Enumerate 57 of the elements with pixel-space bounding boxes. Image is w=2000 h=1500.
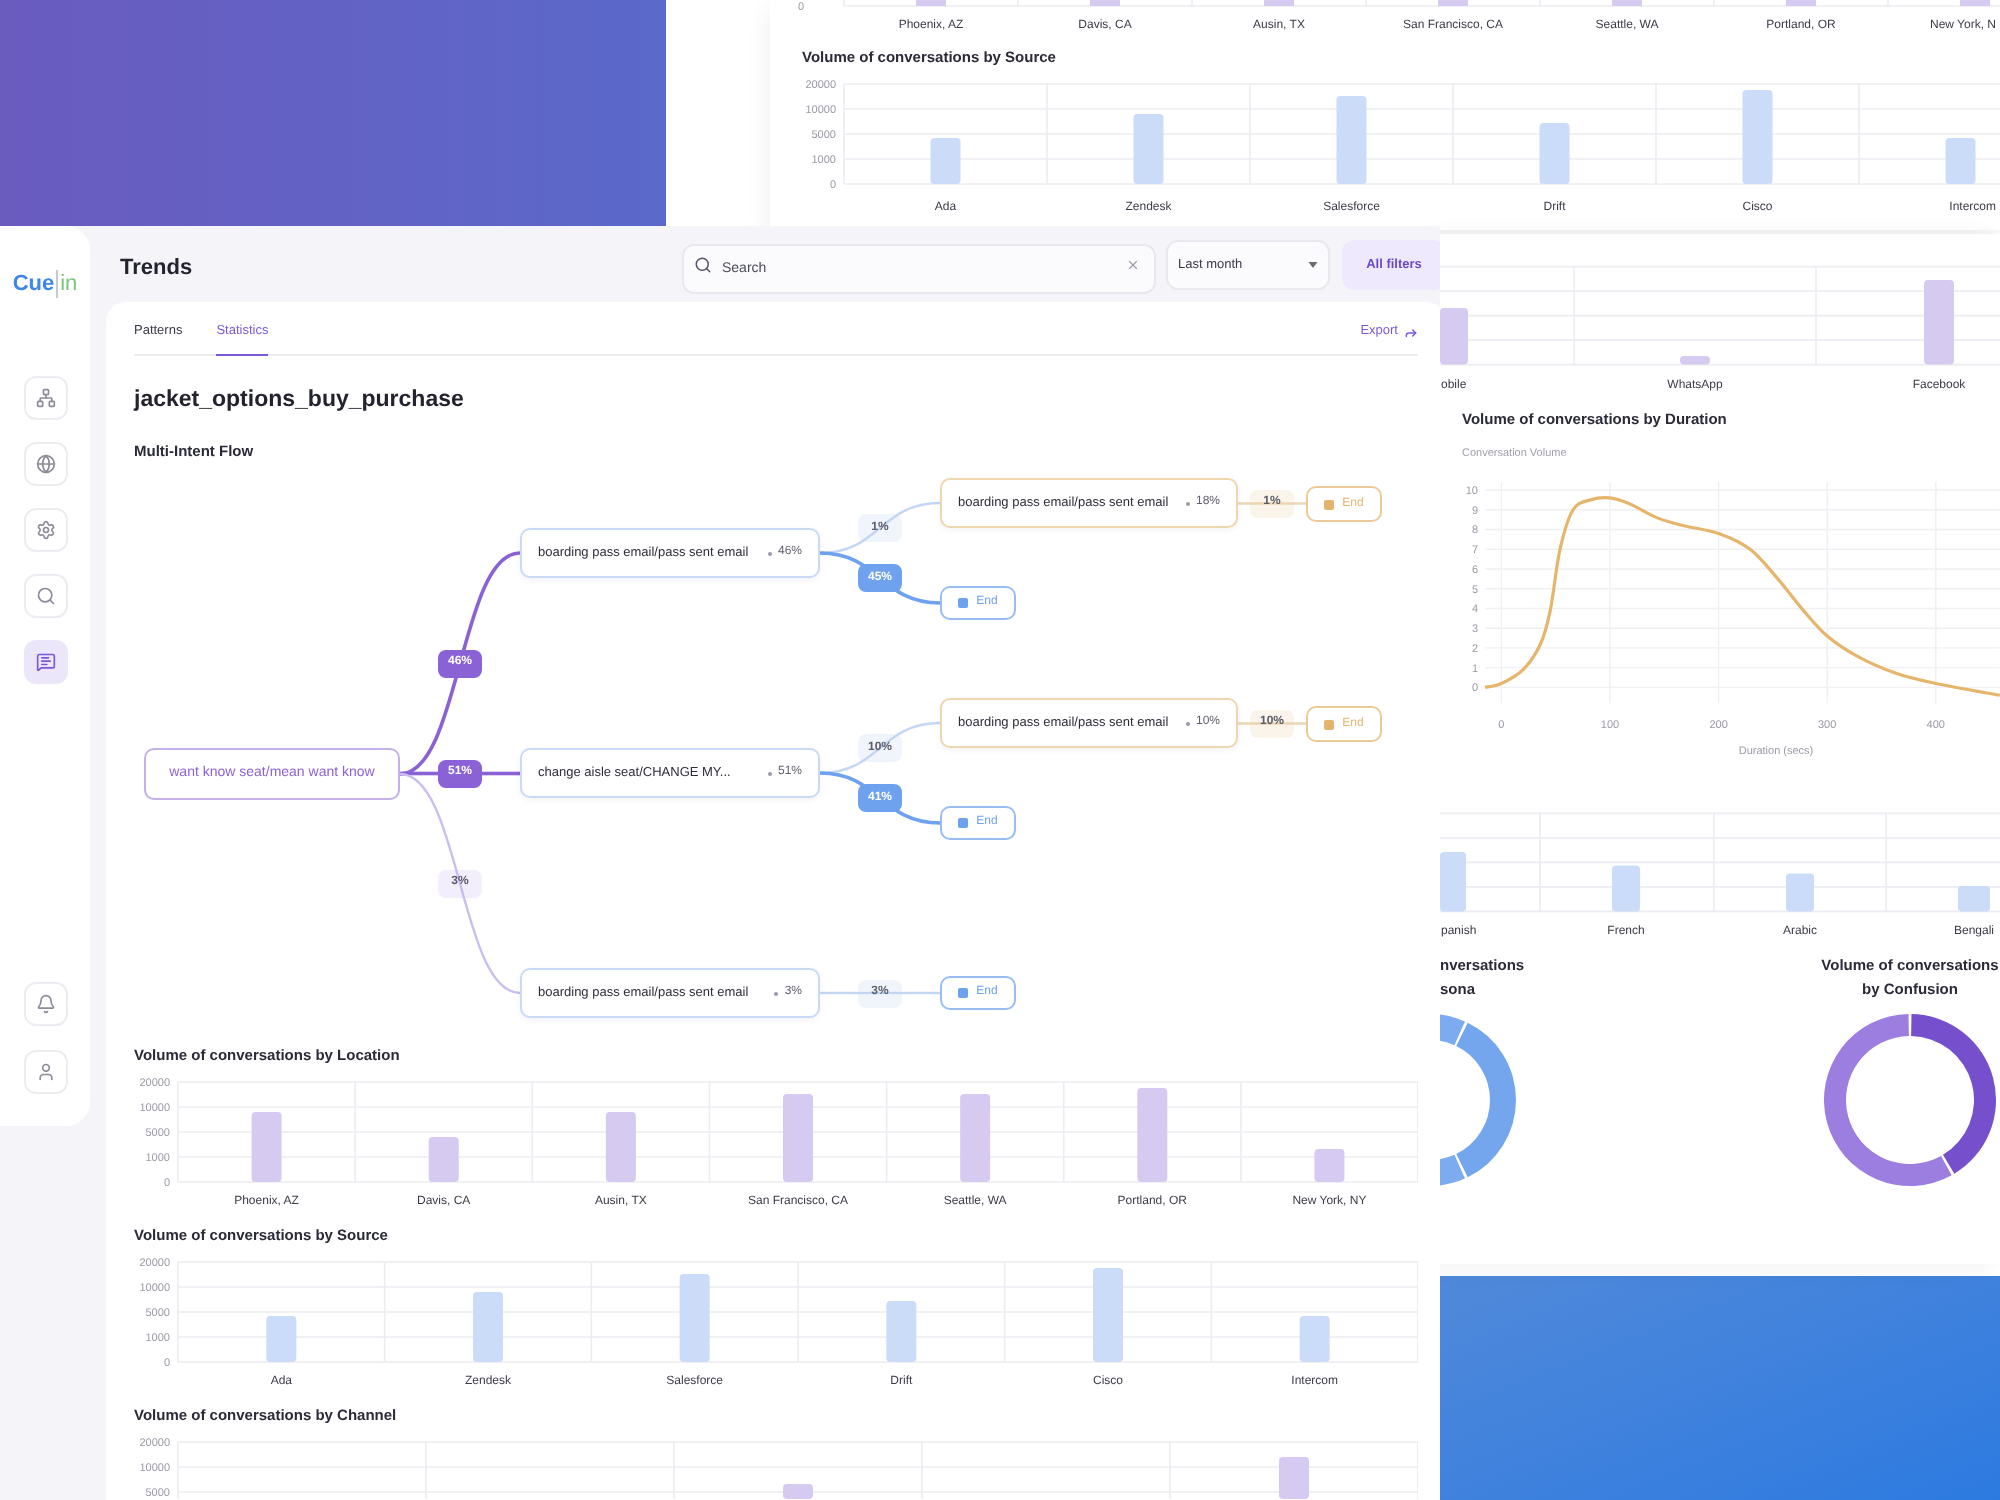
bar — [605, 1112, 636, 1182]
search-icon — [35, 586, 55, 606]
bar — [960, 1094, 991, 1182]
nav-button[interactable] — [23, 640, 67, 684]
bar — [1680, 356, 1710, 365]
bar — [1133, 114, 1164, 184]
bar — [1960, 0, 1990, 6]
bar — [473, 1292, 503, 1362]
bar — [1438, 0, 1468, 6]
logo-text: Cue — [12, 270, 55, 298]
bar — [930, 138, 961, 184]
bar — [1137, 1088, 1168, 1182]
bar — [886, 1301, 917, 1362]
bar — [251, 1112, 282, 1182]
bar — [1924, 280, 1954, 365]
clear-icon[interactable] — [1126, 258, 1140, 272]
nav-button[interactable] — [23, 376, 67, 420]
user-icon — [35, 1062, 55, 1082]
bar — [1314, 1149, 1345, 1182]
bar — [1336, 96, 1367, 184]
bar — [1945, 138, 1976, 184]
nav-button[interactable] — [23, 508, 67, 552]
bar — [1612, 0, 1642, 6]
bar — [428, 1137, 459, 1182]
nav-button[interactable] — [23, 1050, 67, 1094]
bar — [1958, 886, 1990, 912]
intent-title: jacket_options_buy_purchase — [134, 386, 466, 416]
bar — [1742, 90, 1773, 184]
bar — [1786, 873, 1814, 912]
bar — [1612, 865, 1640, 912]
bar — [1299, 1316, 1330, 1362]
nav-button[interactable] — [23, 982, 67, 1026]
bar — [1264, 0, 1294, 6]
page-title: Trends — [120, 255, 193, 279]
org-chart-icon — [35, 388, 55, 408]
globe-icon — [35, 454, 55, 474]
bar — [916, 0, 946, 6]
bar — [1786, 0, 1816, 6]
bar — [1440, 308, 1468, 365]
bar — [679, 1274, 710, 1362]
logo-text: in — [56, 270, 78, 298]
nav-button[interactable] — [23, 574, 67, 618]
search-icon — [694, 256, 712, 274]
bell-icon — [35, 994, 55, 1014]
share-arrow-icon — [1404, 325, 1418, 339]
bar — [1279, 1457, 1309, 1499]
bar — [1090, 0, 1120, 6]
bar — [783, 1484, 813, 1499]
nav-button[interactable] — [23, 442, 67, 486]
chat-bubble-icon — [35, 652, 55, 672]
settings-icon — [35, 520, 55, 540]
bar — [1440, 852, 1466, 912]
bar — [1093, 1268, 1123, 1362]
bar — [266, 1316, 297, 1362]
caret-icon — [1308, 262, 1318, 268]
bar — [1539, 123, 1570, 184]
bar — [783, 1094, 813, 1182]
